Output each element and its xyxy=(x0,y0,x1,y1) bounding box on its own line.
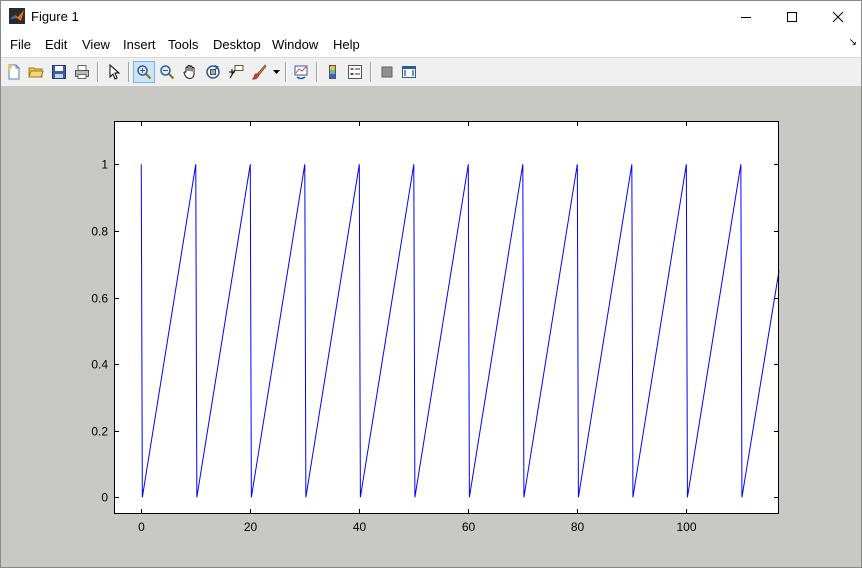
new-document-icon xyxy=(8,64,20,80)
link-plot-icon xyxy=(294,65,308,80)
y-tick-label: 0 xyxy=(101,491,108,505)
toolbar-separator xyxy=(97,62,99,82)
print-figure-button[interactable] xyxy=(71,61,93,83)
figure-canvas: 0 20 40 60 80 100 0 0.2 0.4 0.6 0.8 1 xyxy=(1,86,861,567)
close-button[interactable] xyxy=(815,1,861,32)
x-tick-label: 20 xyxy=(244,520,258,534)
rotate-3d-button[interactable] xyxy=(202,61,224,83)
y-tick-label: 0.2 xyxy=(91,425,108,439)
new-figure-button[interactable] xyxy=(3,61,25,83)
figure-toolbar xyxy=(1,57,861,87)
brush-button[interactable] xyxy=(248,61,270,83)
link-plot-button[interactable] xyxy=(290,61,312,83)
figure-window: Figure 1 File Edit View Insert Tools Des… xyxy=(0,0,862,568)
axes-background xyxy=(114,121,779,514)
show-plot-tools-button[interactable] xyxy=(398,61,420,83)
menu-tools[interactable]: Tools xyxy=(168,37,198,52)
menu-view[interactable]: View xyxy=(82,37,110,52)
chevron-down-icon xyxy=(272,69,280,74)
hide-plot-tools-icon xyxy=(381,66,393,78)
zoom-out-button[interactable] xyxy=(156,61,178,83)
brush-icon xyxy=(251,64,267,80)
menu-help[interactable]: Help xyxy=(333,37,360,52)
insert-legend-button[interactable] xyxy=(344,61,366,83)
menu-bar: File Edit View Insert Tools Desktop Wind… xyxy=(1,33,861,56)
minimize-icon xyxy=(741,16,751,18)
toolbar-separator xyxy=(128,62,130,82)
plot-area[interactable]: 0 20 40 60 80 100 0 0.2 0.4 0.6 0.8 1 xyxy=(1,86,861,567)
data-cursor-button[interactable] xyxy=(225,61,247,83)
window-title: Figure 1 xyxy=(31,9,79,24)
folder-icon xyxy=(28,67,44,78)
menu-desktop[interactable]: Desktop xyxy=(213,37,261,52)
brush-dropdown-button[interactable] xyxy=(269,61,283,83)
x-tick-label: 100 xyxy=(676,520,696,534)
matlab-logo-icon xyxy=(9,8,25,24)
zoom-in-button[interactable] xyxy=(133,61,155,83)
close-icon xyxy=(832,11,844,22)
y-tick-label: 0.4 xyxy=(91,358,108,372)
toolbar-separator xyxy=(316,62,318,82)
hand-pan-icon xyxy=(183,65,195,79)
zoom-out-icon xyxy=(160,65,175,80)
x-tick-label: 40 xyxy=(353,520,367,534)
x-tick-label: 0 xyxy=(138,520,145,534)
legend-icon xyxy=(348,65,362,79)
menu-edit[interactable]: Edit xyxy=(45,37,67,52)
colorbar-icon xyxy=(329,65,336,79)
printer-icon xyxy=(75,65,89,79)
menu-file[interactable]: File xyxy=(10,37,31,52)
open-file-button[interactable] xyxy=(25,61,47,83)
hide-plot-tools-button[interactable] xyxy=(376,61,398,83)
arrow-pointer-icon xyxy=(109,64,121,80)
maximize-button[interactable] xyxy=(769,1,815,32)
menu-window[interactable]: Window xyxy=(272,37,318,52)
minimize-button[interactable] xyxy=(723,1,769,32)
insert-colorbar-button[interactable] xyxy=(322,61,344,83)
toolbar-separator xyxy=(285,62,287,82)
toolbar-separator xyxy=(370,62,372,82)
maximize-icon xyxy=(787,11,797,22)
data-cursor-icon xyxy=(229,65,244,79)
show-plot-tools-icon xyxy=(402,66,416,78)
save-figure-button[interactable] xyxy=(48,61,70,83)
menu-insert[interactable]: Insert xyxy=(123,37,156,52)
x-tick-label: 80 xyxy=(571,520,585,534)
zoom-in-icon xyxy=(137,65,152,80)
dock-figure-icon[interactable]: ↘ xyxy=(849,37,857,48)
title-bar[interactable]: Figure 1 xyxy=(1,1,861,32)
y-tick-label: 1 xyxy=(101,158,108,172)
edit-plot-button[interactable] xyxy=(103,61,125,83)
x-tick-label: 60 xyxy=(462,520,476,534)
y-tick-label: 0.8 xyxy=(91,225,108,239)
pan-button[interactable] xyxy=(179,61,201,83)
rotate-3d-icon xyxy=(206,64,220,79)
y-tick-label: 0.6 xyxy=(91,292,108,306)
save-disk-icon xyxy=(52,65,66,79)
